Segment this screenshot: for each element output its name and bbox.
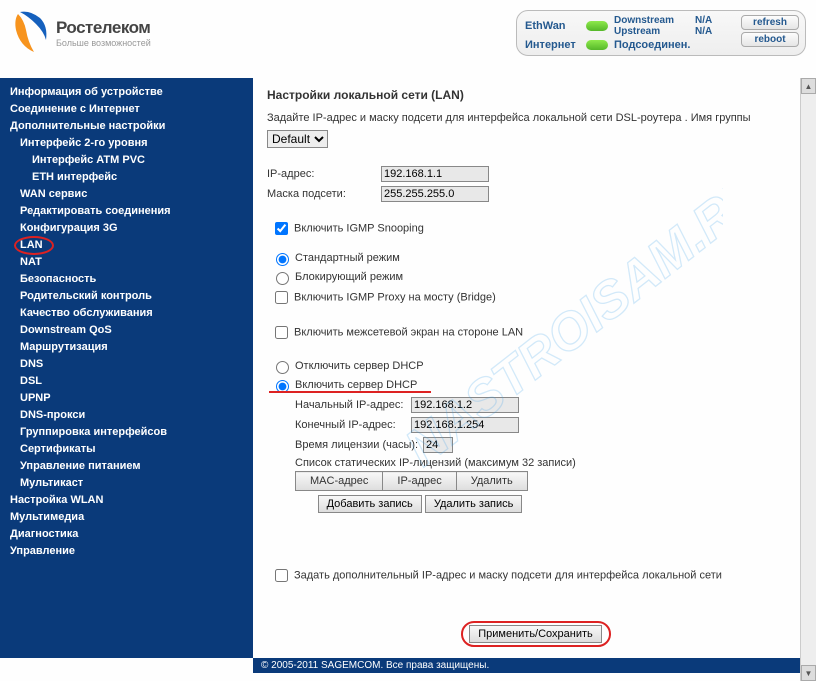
sidebar-item-4[interactable]: Интерфейс ATM PVC — [0, 152, 253, 169]
brand-name: Ростелеком — [56, 18, 151, 38]
sidebar-item-13[interactable]: Качество обслуживания — [0, 305, 253, 322]
dhcp-start-input[interactable] — [411, 397, 519, 413]
static-ip-table: MAC-адрес IP-адрес Удалить — [295, 471, 528, 491]
sidebar-item-12[interactable]: Родительский контроль — [0, 288, 253, 305]
scroll-up-icon[interactable]: ▲ — [801, 78, 816, 94]
status-panel: EthWan Downstream N/A Upstream N/A Интерне… — [516, 10, 806, 56]
refresh-button[interactable]: refresh — [741, 15, 799, 30]
group-select[interactable]: Default — [267, 130, 328, 148]
dhcp-end-input[interactable] — [411, 417, 519, 433]
igmp-proxy-label: Включить IGMP Proxy на мосту (Bridge) — [294, 291, 496, 303]
sidebar-item-27[interactable]: Управление — [0, 543, 253, 560]
sidebar-item-8[interactable]: Конфигурация 3G — [0, 220, 253, 237]
sidebar-item-20[interactable]: Группировка интерфейсов — [0, 424, 253, 441]
downstream-label: Downstream — [614, 15, 689, 26]
rostelecom-logo-icon — [10, 10, 50, 56]
sidebar-item-18[interactable]: UPNP — [0, 390, 253, 407]
reboot-button[interactable]: reboot — [741, 32, 799, 47]
igmp-snoop-label: Включить IGMP Snooping — [294, 222, 424, 234]
th-delete: Удалить — [456, 472, 527, 491]
mode-block-label: Блокирующий режим — [295, 271, 403, 283]
dhcp-off-label: Отключить сервер DHCP — [295, 360, 424, 372]
upstream-label: Upstream — [614, 26, 689, 37]
sidebar-item-6[interactable]: WAN сервис — [0, 186, 253, 203]
th-mac: MAC-адрес — [296, 472, 383, 491]
page-desc: Задайте IP-адрес и маску подсети для инт… — [267, 112, 804, 124]
mask-label: Маска подсети: — [267, 188, 381, 200]
lan-fw-label: Включить межсетевой экран на стороне LAN — [294, 326, 523, 338]
page-title: Настройки локальной сети (LAN) — [267, 88, 804, 102]
sidebar-item-7[interactable]: Редактировать соединения — [0, 203, 253, 220]
lease-label: Время лицензии (часы): — [295, 439, 423, 451]
static-list-label: Список статических IP-лицензий (максимум… — [295, 457, 804, 469]
lan-fw-checkbox[interactable] — [275, 326, 288, 339]
content-area: NASTROISAM.RU Настройки локальной сети (… — [253, 78, 816, 658]
sidebar-item-25[interactable]: Мультимедиа — [0, 509, 253, 526]
sidebar: Информация об устройствеСоединение с Инт… — [0, 78, 253, 658]
sidebar-item-9[interactable]: LAN — [0, 237, 253, 254]
ip-input[interactable] — [381, 166, 489, 182]
upstream-value: N/A — [695, 26, 725, 37]
mode-block-radio[interactable] — [276, 272, 289, 285]
internet-label: Интернет — [525, 39, 580, 51]
sidebar-item-2[interactable]: Дополнительные настройки — [0, 118, 253, 135]
apply-save-button[interactable]: Применить/Сохранить — [469, 625, 602, 643]
scroll-down-icon[interactable]: ▼ — [801, 665, 816, 681]
ethwan-led-icon — [586, 21, 608, 31]
sidebar-item-11[interactable]: Безопасность — [0, 271, 253, 288]
sidebar-item-0[interactable]: Информация об устройстве — [0, 84, 253, 101]
dhcp-on-label: Включить сервер DHCP — [295, 379, 417, 391]
sidebar-item-26[interactable]: Диагностика — [0, 526, 253, 543]
igmp-proxy-checkbox[interactable] — [275, 291, 288, 304]
mask-input[interactable] — [381, 186, 489, 202]
ip-label: IP-адрес: — [267, 168, 381, 180]
sidebar-item-10[interactable]: NAT — [0, 254, 253, 271]
sidebar-item-1[interactable]: Соединение с Интернет — [0, 101, 253, 118]
sidebar-item-16[interactable]: DNS — [0, 356, 253, 373]
footer-copyright: © 2005-2011 SAGEMCOM. Все права защищены… — [253, 658, 816, 673]
sidebar-item-24[interactable]: Настройка WLAN — [0, 492, 253, 509]
sidebar-item-17[interactable]: DSL — [0, 373, 253, 390]
sidebar-item-5[interactable]: ETH интерфейс — [0, 169, 253, 186]
logo: Ростелеком Больше возможностей — [10, 10, 151, 56]
sidebar-item-19[interactable]: DNS-прокси — [0, 407, 253, 424]
sidebar-item-14[interactable]: Downstream QoS — [0, 322, 253, 339]
highlight-underline — [269, 391, 431, 393]
extra-ip-label: Задать дополнительный IP-адрес и маску п… — [294, 569, 722, 581]
sidebar-item-15[interactable]: Маршрутизация — [0, 339, 253, 356]
brand-tagline: Больше возможностей — [56, 38, 151, 48]
sidebar-item-21[interactable]: Сертификаты — [0, 441, 253, 458]
ethwan-label: EthWan — [525, 20, 580, 32]
mode-std-label: Стандартный режим — [295, 252, 400, 264]
dhcp-off-radio[interactable] — [276, 361, 289, 374]
lease-input[interactable] — [423, 437, 453, 453]
vertical-scrollbar[interactable]: ▲ ▼ — [800, 78, 816, 681]
delete-record-button[interactable]: Удалить запись — [425, 495, 523, 513]
internet-led-icon — [586, 40, 608, 50]
sidebar-item-3[interactable]: Интерфейс 2-го уровня — [0, 135, 253, 152]
sidebar-item-22[interactable]: Управление питанием — [0, 458, 253, 475]
extra-ip-checkbox[interactable] — [275, 569, 288, 582]
sidebar-item-23[interactable]: Мультикаст — [0, 475, 253, 492]
th-ip: IP-адрес — [383, 472, 456, 491]
downstream-value: N/A — [695, 15, 725, 26]
igmp-snoop-checkbox[interactable] — [275, 222, 288, 235]
dhcp-start-label: Начальный IP-адрес: — [295, 399, 411, 411]
dhcp-end-label: Конечный IP-адрес: — [295, 419, 411, 431]
mode-std-radio[interactable] — [276, 253, 289, 266]
add-record-button[interactable]: Добавить запись — [318, 495, 422, 513]
